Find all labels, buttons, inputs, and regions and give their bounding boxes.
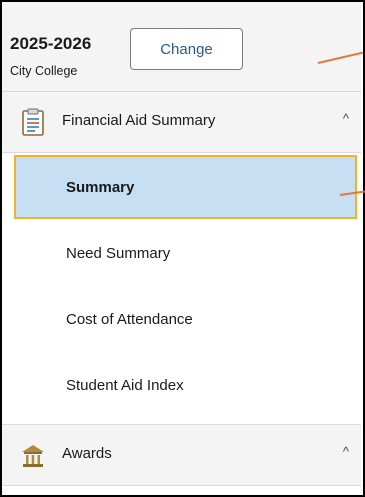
nav-item-label: Cost of Attendance (66, 311, 193, 328)
section-label: Awards (62, 445, 112, 462)
clipboard-icon (22, 108, 44, 136)
college-name: City College (10, 64, 78, 78)
nav-item-summary[interactable]: Summary (14, 155, 357, 219)
nav-item-need-summary[interactable]: Need Summary (2, 222, 361, 286)
section-awards[interactable]: Awards ^ (2, 424, 361, 486)
nav-item-label: Need Summary (66, 245, 171, 262)
aid-year-header: 2025-2026 City College Change (2, 2, 361, 92)
section-label: Financial Aid Summary (62, 112, 216, 129)
nav-item-cost-of-attendance[interactable]: Cost of Attendance (2, 288, 361, 352)
section-financial-aid-summary[interactable]: Financial Aid Summary ^ (2, 92, 361, 153)
nav-item-student-aid-index[interactable]: Student Aid Index (2, 354, 361, 418)
aid-year-label: 2025-2026 (10, 34, 92, 53)
nav-item-label: Student Aid Index (66, 377, 184, 394)
chevron-up-icon[interactable]: ^ (343, 111, 349, 126)
chevron-up-icon[interactable]: ^ (343, 444, 349, 459)
institution-icon (22, 445, 44, 467)
change-aid-year-button[interactable]: Change (130, 28, 243, 70)
nav-item-label: Summary (66, 179, 135, 196)
